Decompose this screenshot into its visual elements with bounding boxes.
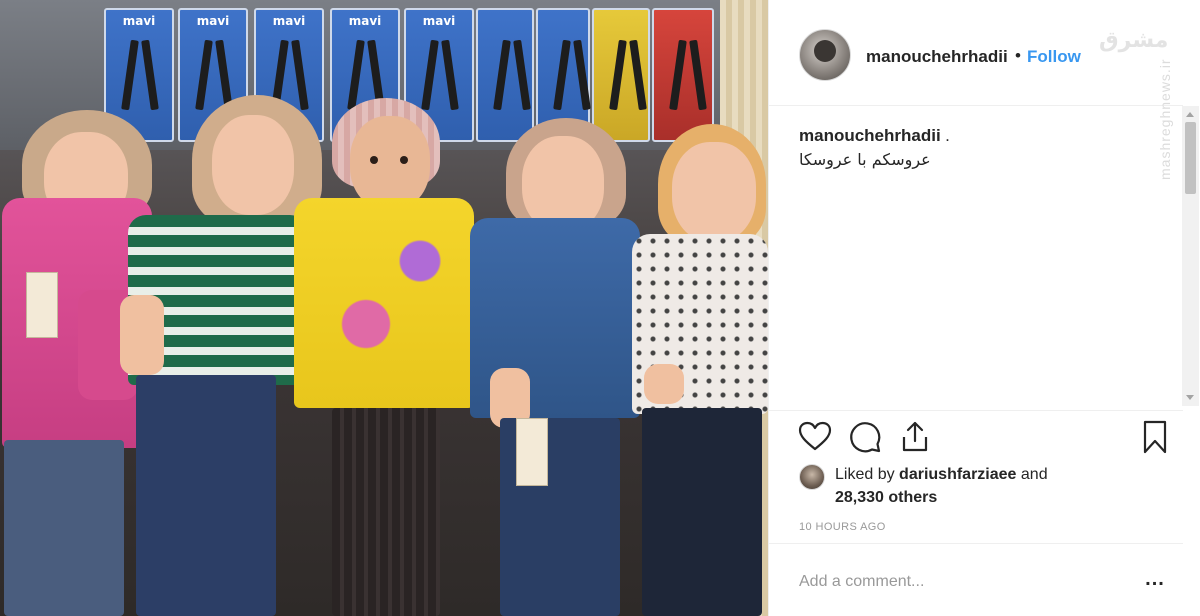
scroll-thumb[interactable]: [1185, 122, 1196, 194]
scroll-up-icon[interactable]: [1186, 112, 1194, 117]
package-brand: mavi: [122, 14, 156, 28]
doll-floral-blouse: [632, 124, 768, 616]
likes-count[interactable]: 28,330 others: [835, 489, 937, 506]
likes-summary: Liked by dariushfarziaee and 28,330 othe…: [799, 460, 1169, 516]
child-yellow-jacket: [280, 98, 490, 616]
comment-section: ...: [769, 543, 1183, 616]
more-options-button[interactable]: ...: [1141, 568, 1169, 592]
scroll-down-icon[interactable]: [1186, 395, 1194, 400]
package-brand: mavi: [272, 14, 306, 28]
follow-button[interactable]: Follow: [1027, 47, 1081, 67]
caption-username[interactable]: manouchehrhadii: [799, 126, 941, 145]
share-icon[interactable]: [897, 419, 933, 455]
post-caption: manouchehrhadii . عروسکم با عروسکا: [799, 126, 1159, 169]
separator-dot: •: [1015, 46, 1021, 65]
comment-icon[interactable]: [847, 419, 883, 455]
caption-text: عروسکم با عروسکا: [799, 150, 931, 169]
likes-line: Liked by dariushfarziaee and: [835, 466, 1048, 484]
liker-avatar[interactable]: [799, 464, 825, 490]
caption-dot: .: [945, 126, 950, 145]
bookmark-icon[interactable]: [1137, 419, 1173, 455]
watermark-text: mashreghnews.ir: [1157, 58, 1173, 180]
likes-and: and: [1020, 466, 1048, 483]
likes-prefix: Liked by: [835, 466, 895, 483]
package-brand: mavi: [422, 14, 456, 28]
post-detail-panel: manouchehrhadii • Follow مشرق mashreghne…: [768, 0, 1200, 616]
comment-input[interactable]: [799, 570, 1119, 594]
post-timestamp[interactable]: 10 HOURS AGO: [799, 521, 886, 533]
heart-icon[interactable]: [797, 419, 833, 455]
comments-scrollbar[interactable]: [1182, 106, 1199, 406]
post-header: manouchehrhadii • Follow مشرق mashreghne…: [769, 0, 1183, 180]
liker-username[interactable]: dariushfarziaee: [899, 466, 1016, 483]
action-bar: [769, 410, 1183, 462]
post-photo[interactable]: mavi mavi mavi mavi mavi: [0, 0, 768, 616]
package-brand: mavi: [196, 14, 230, 28]
suspenders-package: [652, 8, 714, 142]
avatar[interactable]: [799, 29, 851, 81]
package-brand: mavi: [348, 14, 382, 28]
likes-count-line: 28,330 others: [835, 489, 937, 507]
post-username[interactable]: manouchehrhadii: [866, 47, 1008, 67]
doll-denim-shirt: [470, 118, 650, 616]
